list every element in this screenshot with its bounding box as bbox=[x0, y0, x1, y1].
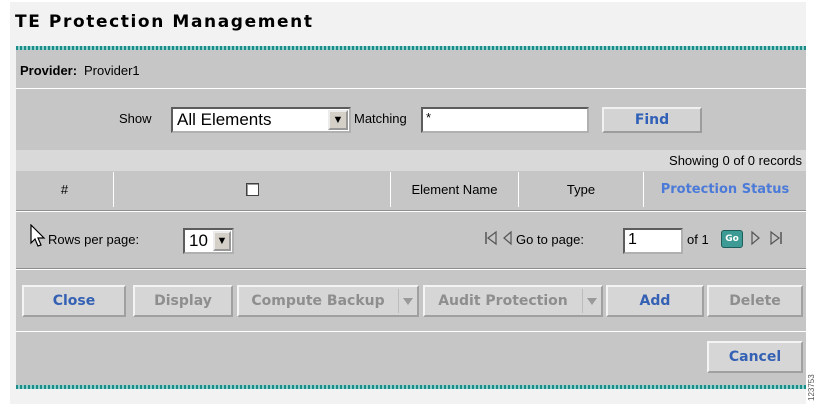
compute-backup-button[interactable]: Compute Backup bbox=[237, 285, 419, 317]
rows-per-page-select[interactable]: 10 ▼ bbox=[183, 228, 234, 254]
divider bbox=[16, 269, 806, 270]
chevron-down-icon[interactable]: ▼ bbox=[328, 110, 348, 130]
matching-input[interactable]: * bbox=[421, 107, 589, 133]
cancel-row: Cancel bbox=[16, 333, 806, 383]
show-label: Show bbox=[119, 111, 152, 126]
audit-protection-button[interactable]: Audit Protection bbox=[423, 285, 603, 317]
bottom-rule bbox=[16, 385, 806, 389]
filter-row: Show All Elements ▼ Matching * Find bbox=[16, 89, 806, 149]
add-button[interactable]: Add bbox=[606, 285, 704, 317]
go-to-page-label: Go to page: bbox=[516, 232, 584, 247]
go-to-page-input[interactable]: 1 bbox=[623, 228, 683, 254]
column-header-select-all bbox=[114, 172, 391, 207]
table-header: # Element Name Type Protection Status bbox=[16, 172, 806, 207]
provider-label: Provider: bbox=[20, 63, 78, 78]
first-page-icon[interactable] bbox=[484, 230, 498, 246]
record-count: Showing 0 of 0 records bbox=[669, 153, 802, 168]
column-header-element-name[interactable]: Element Name bbox=[391, 172, 519, 207]
window: TE Protection Management Provider: Provi… bbox=[10, 2, 806, 404]
action-bar: Close Display Compute Backup Audit Prote… bbox=[16, 274, 806, 326]
column-header-protection-status[interactable]: Protection Status bbox=[644, 172, 806, 207]
next-page-icon[interactable] bbox=[751, 230, 761, 246]
audit-protection-label: Audit Protection bbox=[438, 293, 568, 309]
matching-label: Matching bbox=[354, 111, 407, 126]
display-button[interactable]: Display bbox=[133, 285, 233, 317]
chevron-down-icon[interactable]: ▼ bbox=[213, 231, 231, 251]
delete-button[interactable]: Delete bbox=[707, 285, 803, 317]
chevron-down-icon[interactable] bbox=[403, 298, 413, 305]
main-panel: Provider: Provider1 Show All Elements ▼ … bbox=[16, 50, 806, 385]
chevron-down-icon[interactable] bbox=[587, 298, 597, 305]
divider bbox=[582, 289, 583, 313]
compute-backup-label: Compute Backup bbox=[251, 293, 385, 309]
status-row: Showing 0 of 0 records bbox=[16, 150, 806, 171]
cancel-button[interactable]: Cancel bbox=[707, 341, 803, 373]
previous-page-icon[interactable] bbox=[502, 230, 512, 246]
page-title: TE Protection Management bbox=[15, 12, 314, 32]
rows-per-page-value: 10 bbox=[189, 231, 208, 250]
figure-id: 123753 bbox=[807, 374, 816, 402]
select-all-checkbox[interactable] bbox=[245, 183, 259, 196]
divider bbox=[16, 331, 806, 332]
provider-value: Provider1 bbox=[84, 63, 140, 78]
go-button[interactable]: Go bbox=[721, 230, 743, 248]
pager-row: Rows per page: 10 ▼ Go to page: 1 of 1 G… bbox=[16, 212, 806, 267]
divider bbox=[398, 289, 399, 313]
last-page-icon[interactable] bbox=[769, 230, 783, 246]
rows-per-page-label: Rows per page: bbox=[48, 232, 140, 247]
close-button[interactable]: Close bbox=[22, 285, 126, 317]
find-button[interactable]: Find bbox=[602, 107, 702, 133]
column-header-type[interactable]: Type bbox=[519, 172, 644, 207]
column-header-number: # bbox=[16, 172, 114, 207]
show-select[interactable]: All Elements ▼ bbox=[171, 107, 351, 133]
page-total: of 1 bbox=[687, 232, 709, 247]
mouse-pointer-icon bbox=[30, 224, 46, 247]
provider-row: Provider: Provider1 bbox=[16, 50, 806, 88]
show-select-value: All Elements bbox=[177, 110, 272, 129]
